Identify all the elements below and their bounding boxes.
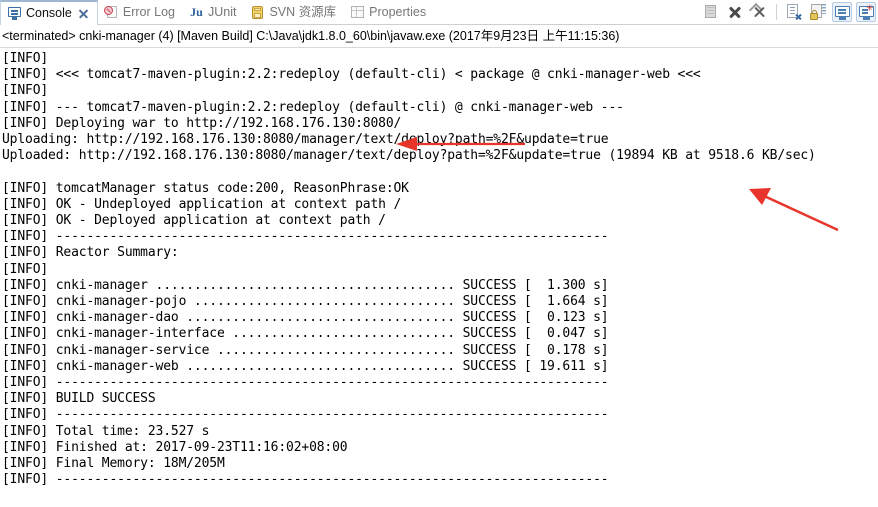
clear-console-icon[interactable] — [701, 2, 721, 22]
display-console-icon[interactable] — [832, 2, 852, 22]
tab-svn[interactable]: SVN 资源库 — [244, 0, 344, 25]
tab-junit[interactable]: Ju JUnit — [183, 0, 244, 25]
junit-icon: Ju — [190, 5, 203, 19]
tab-console-label: Console — [26, 6, 72, 21]
tab-properties[interactable]: Properties — [344, 0, 434, 25]
console-log-text: [INFO] [INFO] <<< tomcat7-maven-plugin:2… — [2, 51, 816, 488]
view-tab-bar: Console Error Log Ju JUnit SVN 资源库 Prope… — [0, 0, 878, 25]
console-toolbar: ✳ — [701, 0, 878, 24]
toolbar-separator — [776, 4, 777, 20]
pin-console-icon[interactable] — [808, 2, 828, 22]
tab-svn-label: SVN 资源库 — [269, 5, 337, 20]
process-header: <terminated> cnki-manager (4) [Maven Bui… — [0, 25, 878, 48]
scroll-lock-icon[interactable] — [784, 2, 804, 22]
error-log-icon — [103, 5, 119, 20]
console-icon — [7, 6, 22, 21]
tab-error-log-label: Error Log — [122, 5, 175, 20]
close-icon[interactable] — [78, 8, 89, 19]
view-tabs: Console Error Log Ju JUnit SVN 资源库 Prope… — [0, 0, 701, 25]
properties-icon — [350, 5, 365, 20]
svn-repository-icon — [250, 5, 265, 20]
console-output-area[interactable]: [INFO] [INFO] <<< tomcat7-maven-plugin:2… — [0, 48, 878, 506]
tab-error-log[interactable]: Error Log — [98, 0, 183, 25]
tab-console[interactable]: Console — [0, 0, 98, 25]
remove-all-icon[interactable] — [748, 2, 769, 22]
terminate-icon[interactable] — [725, 2, 745, 22]
open-console-icon[interactable]: ✳ — [856, 2, 876, 22]
tab-junit-label: JUnit — [207, 5, 237, 20]
tab-properties-label: Properties — [369, 5, 427, 20]
